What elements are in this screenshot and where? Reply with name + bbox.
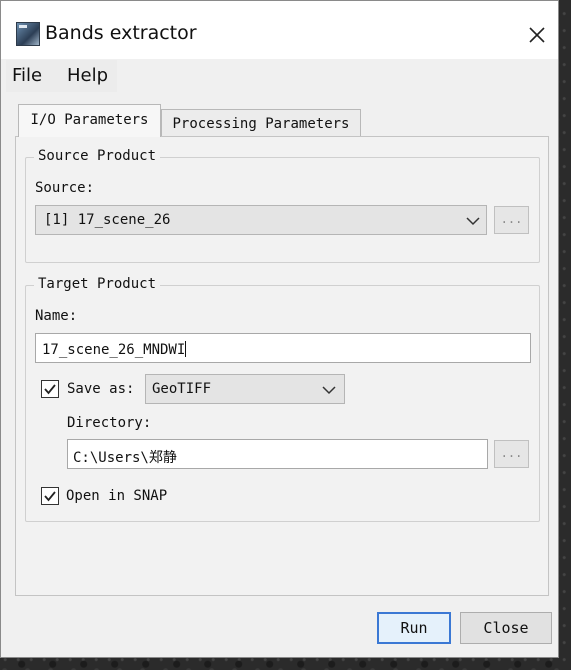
close-button[interactable]: Close	[460, 612, 552, 644]
tab-processing-parameters[interactable]: Processing Parameters	[161, 109, 361, 137]
run-button[interactable]: Run	[377, 612, 451, 644]
menu-bar: File Help	[6, 60, 117, 92]
title-bar: Bands extractor	[1, 1, 558, 59]
source-product-select[interactable]: [1] 17_scene_26	[35, 205, 487, 235]
directory-value: C:\Users\郑静	[73, 450, 177, 466]
source-product-title: Source Product	[34, 147, 161, 165]
source-selected-value: [1] 17_scene_26	[44, 212, 171, 228]
open-in-snap-label: Open in SNAP	[66, 488, 168, 504]
checkmark-icon	[44, 384, 56, 395]
directory-label: Directory:	[67, 415, 152, 431]
bands-extractor-dialog: Bands extractor File Help I/O Parameters…	[0, 0, 559, 658]
save-as-checkbox[interactable]	[41, 380, 59, 398]
target-product-title: Target Product	[34, 275, 161, 293]
save-format-select[interactable]: GeoTIFF	[145, 374, 345, 404]
checkmark-icon	[44, 491, 56, 502]
open-in-snap-checkbox[interactable]	[41, 487, 59, 505]
name-label: Name:	[35, 308, 78, 324]
directory-input[interactable]: C:\Users\郑静	[67, 439, 488, 469]
target-name-input[interactable]: 17_scene_26_MNDWI	[35, 333, 531, 363]
chevron-down-icon	[322, 386, 336, 395]
directory-browse-button[interactable]: ...	[494, 440, 529, 468]
tab-strip: I/O Parameters Processing Parameters	[1, 101, 558, 137]
source-browse-button[interactable]: ...	[494, 206, 529, 234]
io-parameters-panel: Source Product Source: [1] 17_scene_26 .…	[15, 136, 549, 596]
save-format-value: GeoTIFF	[152, 381, 212, 397]
window-title: Bands extractor	[45, 22, 197, 44]
save-as-label: Save as:	[67, 381, 135, 397]
tab-io-parameters[interactable]: I/O Parameters	[18, 104, 161, 137]
target-name-value: 17_scene_26_MNDWI	[42, 342, 186, 358]
chevron-down-icon	[466, 217, 480, 226]
menu-file[interactable]: File	[12, 65, 42, 86]
source-product-group: Source Product Source: [1] 17_scene_26 .…	[25, 147, 540, 263]
snap-app-icon	[16, 22, 40, 46]
menu-help[interactable]: Help	[67, 65, 108, 86]
source-label: Source:	[35, 180, 95, 196]
close-icon[interactable]	[523, 21, 551, 49]
text-cursor	[185, 341, 187, 357]
target-product-group: Target Product Name: 17_scene_26_MNDWI S…	[25, 275, 540, 522]
